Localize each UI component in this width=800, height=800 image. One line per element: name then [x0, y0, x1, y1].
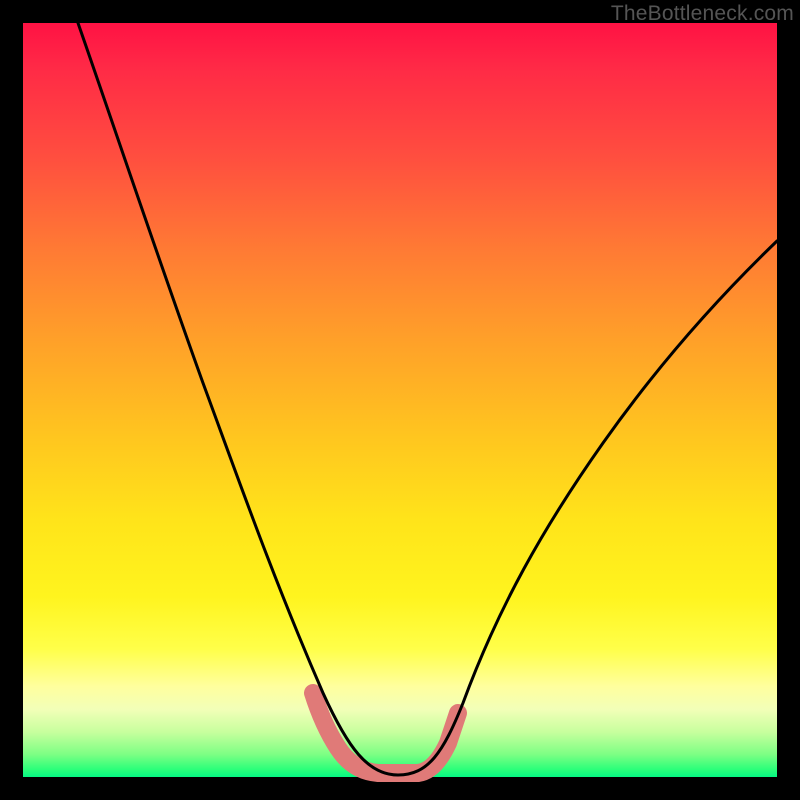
plot-area — [23, 23, 777, 777]
curve-highlight — [313, 693, 458, 773]
chart-frame: TheBottleneck.com — [0, 0, 800, 800]
bottleneck-curve — [23, 23, 777, 777]
curve-main — [78, 23, 777, 775]
